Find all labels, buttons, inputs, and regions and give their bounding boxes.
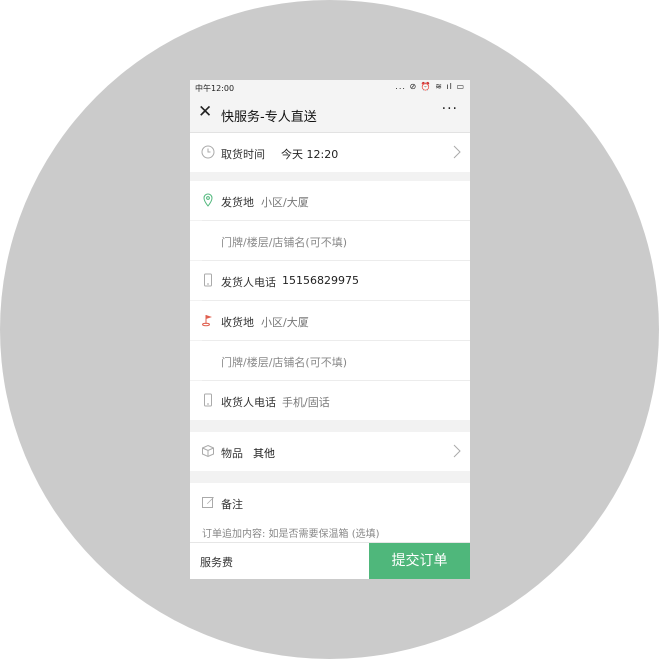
item-row[interactable]: 物品 其他 [190,432,470,471]
close-icon[interactable]: ✕ [198,102,212,122]
chevron-right-icon [453,444,461,458]
receiver-phone-row[interactable]: 收货人电话 手机/固话 [190,381,470,420]
note-label: 备注 [221,498,243,511]
sender-phone-label: 发货人电话 [221,276,276,289]
receiver-address-label: 收货地 [221,316,254,329]
nav-bar: ✕ 快服务-专人直送 ··· [190,96,470,133]
sender-address-row[interactable]: 发货地 小区/大厦 [190,181,470,220]
status-icons: ... ⊘ ⏰ ≋ ıl ▭ [395,82,465,91]
sender-detail-input[interactable]: 门牌/楼层/店铺名(可不填) [221,234,347,250]
bottom-bar: 服务费 提交订单 [190,542,470,579]
sender-phone-input[interactable]: 15156829975 [282,274,359,287]
clock-icon [201,145,215,159]
phone-icon [204,273,212,287]
receiver-detail-input[interactable]: 门牌/楼层/店铺名(可不填) [221,354,347,370]
receiver-phone-label: 收货人电话 [221,396,276,409]
chevron-right-icon [453,145,461,159]
note-input[interactable]: 订单追加内容: 如是否需要保温箱 (选填) [202,525,380,540]
pickup-time-row[interactable]: 取货时间 今天 12:20 [190,133,470,172]
sender-address-input[interactable]: 小区/大厦 [261,194,309,210]
service-fee-label: 服务费 [200,556,233,569]
page-title: 快服务-专人直送 [221,110,317,125]
sender-phone-row[interactable]: 发货人电话 15156829975 [190,261,470,300]
more-icon[interactable]: ··· [442,101,458,117]
sender-detail-row[interactable]: 门牌/楼层/店铺名(可不填) [190,221,470,260]
item-label: 物品 [221,447,243,460]
receiver-phone-input[interactable]: 手机/固话 [282,394,330,410]
status-time: 中午12:00 [195,84,235,93]
package-icon [202,444,214,458]
pickup-time-value: 今天 12:20 [281,148,339,161]
phone-icon [204,393,212,407]
receiver-address-input[interactable]: 小区/大厦 [261,314,309,330]
edit-icon [202,497,214,508]
sender-address-label: 发货地 [221,196,254,209]
status-bar: 中午12:00 ... ⊘ ⏰ ≋ ıl ▭ [190,80,470,96]
submit-order-button[interactable]: 提交订单 [369,543,470,579]
note-row: 备注 订单追加内容: 如是否需要保温箱 (选填) [190,483,470,542]
phone-screen: 中午12:00 ... ⊘ ⏰ ≋ ıl ▭ ✕ 快服务-专人直送 ··· 取货… [190,80,470,579]
location-pin-icon [203,193,213,207]
receiver-address-row[interactable]: 收货地 小区/大厦 [190,301,470,340]
item-value: 其他 [253,447,275,460]
pickup-time-label: 取货时间 [221,148,265,161]
flag-icon [202,315,212,327]
receiver-detail-row[interactable]: 门牌/楼层/店铺名(可不填) [190,341,470,380]
